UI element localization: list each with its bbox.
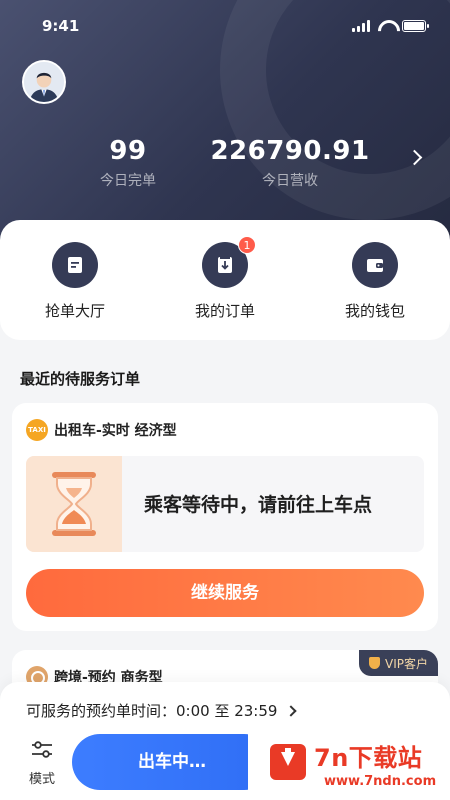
order-status-text: 乘客等待中，请前往上车点 (144, 494, 373, 516)
section-title: 最近的待服务订单 (20, 370, 141, 388)
my-orders-button[interactable]: 1 我的订单 (150, 220, 300, 340)
completed-orders-value: 99 (109, 136, 147, 166)
available-time-text: 可服务的预约单时间：0:00 至 23:59 (26, 702, 278, 720)
wifi-icon (378, 20, 394, 32)
cellular-signal-icon (352, 20, 370, 32)
continue-service-button[interactable]: 继续服务 (26, 569, 424, 617)
go-online-button[interactable]: 出车中… (72, 734, 272, 790)
quick-actions: 抢单大厅 1 我的订单 我的钱包 (0, 220, 450, 340)
wallet-label: 我的钱包 (344, 302, 405, 320)
order-status-box: 乘客等待中，请前往上车点 (26, 456, 424, 552)
order-hall-label: 抢单大厅 (44, 302, 105, 320)
order-type: 出租车-实时 经济型 (54, 423, 177, 439)
completed-orders-stat: 99 今日完单 (86, 136, 170, 190)
order-hall-icon (52, 242, 98, 288)
my-orders-icon: 1 (202, 236, 256, 288)
revenue-value: 226790.91 (210, 136, 370, 166)
avatar[interactable] (22, 60, 66, 104)
sliders-icon (32, 741, 52, 758)
revenue-stat: 226790.91 今日营收 (210, 136, 370, 190)
wallet-icon (352, 242, 398, 288)
vip-shield-icon (369, 657, 380, 669)
battery-icon (402, 20, 429, 32)
revenue-label: 今日营收 (262, 173, 318, 189)
order-card[interactable]: TAXI 出租车-实时 经济型 乘客等待中，请前往上车点 继续服务 (12, 403, 438, 631)
order-count-badge: 1 (238, 236, 256, 254)
mode-button[interactable]: 模式 (24, 740, 60, 787)
wallet-button[interactable]: 我的钱包 (300, 220, 450, 340)
chevron-right-icon (285, 704, 298, 717)
vip-badge: VIP客户 (359, 650, 438, 676)
mode-label: 模式 (28, 772, 55, 787)
order-hall-button[interactable]: 抢单大厅 (0, 220, 150, 340)
hourglass-icon (26, 456, 122, 552)
watermark: 7n下载站 www.7ndn.com (248, 732, 450, 800)
watermark-url: www.7ndn.com (324, 774, 437, 789)
watermark-title: 7n下载站 (314, 744, 423, 772)
taxi-icon: TAXI (26, 419, 48, 441)
status-time: 9:41 (42, 17, 80, 35)
status-bar: 9:41 (0, 0, 450, 56)
vip-label: VIP客户 (385, 656, 428, 671)
available-time-row[interactable]: 可服务的预约单时间：0:00 至 23:59 (26, 700, 298, 721)
download-icon (270, 744, 306, 780)
completed-orders-label: 今日完单 (100, 173, 156, 189)
my-orders-label: 我的订单 (194, 302, 255, 320)
